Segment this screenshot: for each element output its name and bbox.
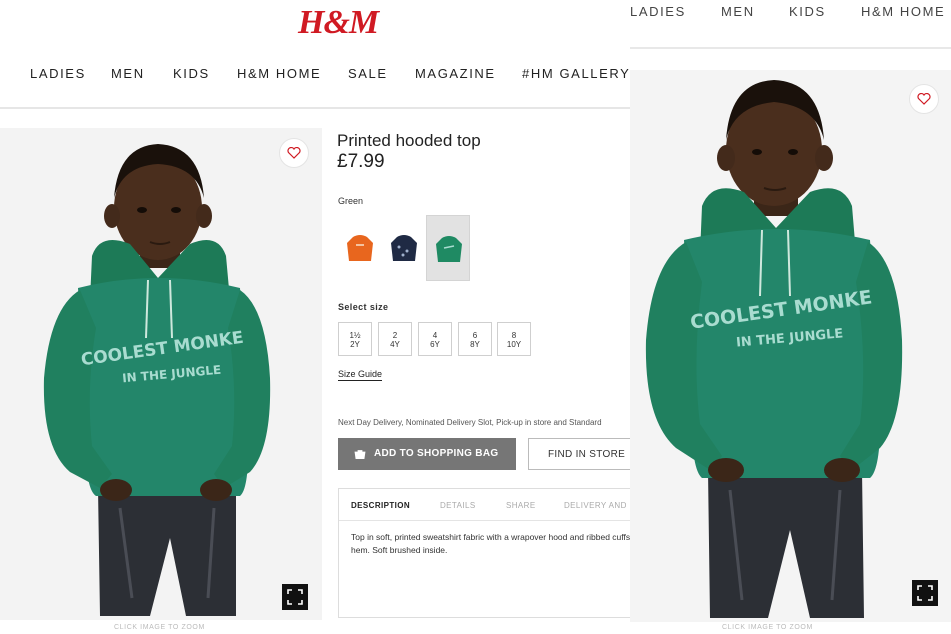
model-photo: COOLEST MONKE IN THE JUNGLE (645, 80, 903, 618)
zoom-caption: CLICK IMAGE TO ZOOM (722, 624, 813, 631)
nav-hm-home[interactable]: H&M HOME (237, 66, 321, 81)
size-option[interactable]: 8 10Y (497, 322, 531, 356)
swatch-orange[interactable] (338, 215, 382, 281)
size-option[interactable]: 1½ 2Y (338, 322, 372, 356)
fullscreen-icon[interactable] (912, 580, 938, 606)
color-label: Green (338, 196, 364, 206)
delivery-info: Next Day Delivery, Nominated Delivery Sl… (338, 418, 602, 427)
nav-men[interactable]: MEN (721, 4, 755, 19)
nav-sale[interactable]: SALE (348, 66, 388, 81)
model-photo: COOLEST MONKE IN THE JUNGLE (43, 144, 271, 616)
tab-divider (339, 520, 640, 521)
size-option[interactable]: 4 6Y (418, 322, 452, 356)
nav-men[interactable]: MEN (111, 66, 145, 81)
nav-hm-home[interactable]: H&M HOME (861, 4, 945, 19)
product-name: Printed hooded top (337, 131, 481, 150)
wishlist-heart-icon[interactable] (909, 84, 939, 114)
left-product-page: H&M LADIES MEN KIDS H&M HOME SALE MAGAZI… (0, 0, 640, 634)
nav-divider (0, 107, 640, 109)
product-image[interactable]: COOLEST MONKE IN THE JUNGLE (0, 128, 322, 620)
size-option[interactable]: 2 4Y (378, 322, 412, 356)
product-image-large[interactable]: COOLEST MONKE IN THE JUNGLE (630, 70, 951, 622)
tab-share[interactable]: SHARE (506, 501, 536, 510)
product-tabs-panel: DESCRIPTION DETAILS SHARE DELIVERY AND P… (338, 488, 640, 618)
nav-magazine[interactable]: MAGAZINE (415, 66, 496, 81)
select-size-label: Select size (338, 302, 389, 312)
nav-ladies[interactable]: LADIES (30, 66, 86, 81)
bag-icon (354, 450, 366, 459)
tab-details[interactable]: DETAILS (440, 501, 476, 510)
nav-divider (630, 47, 951, 49)
main-nav: LADIES MEN KIDS H&M HOME SALE MAGAZINE #… (0, 66, 640, 84)
fullscreen-icon[interactable] (282, 584, 308, 610)
tab-description[interactable]: DESCRIPTION (351, 501, 410, 510)
find-in-store-button[interactable]: FIND IN STORE (528, 438, 640, 470)
size-option[interactable]: 6 8Y (458, 322, 492, 356)
wishlist-heart-icon[interactable] (279, 138, 309, 168)
product-price: £7.99 (337, 151, 385, 172)
size-guide-link[interactable]: Size Guide (338, 369, 383, 381)
tab-delivery-payment[interactable]: DELIVERY AND PAYMENT (564, 501, 640, 510)
add-to-bag-button[interactable]: ADD TO SHOPPING BAG (338, 438, 516, 470)
product-description: Top in soft, printed sweatshirt fabric w… (351, 532, 640, 555)
nav-kids[interactable]: KIDS (173, 66, 210, 81)
nav-hm-gallery[interactable]: #HM GALLERY (522, 66, 630, 81)
swatch-green-selected[interactable] (426, 215, 470, 281)
zoom-caption: CLICK IMAGE TO ZOOM (114, 624, 205, 631)
swatch-navy[interactable] (382, 215, 426, 281)
nav-kids[interactable]: KIDS (789, 4, 826, 19)
hm-logo[interactable]: H&M (298, 4, 379, 42)
nav-ladies[interactable]: LADIES (630, 4, 686, 19)
